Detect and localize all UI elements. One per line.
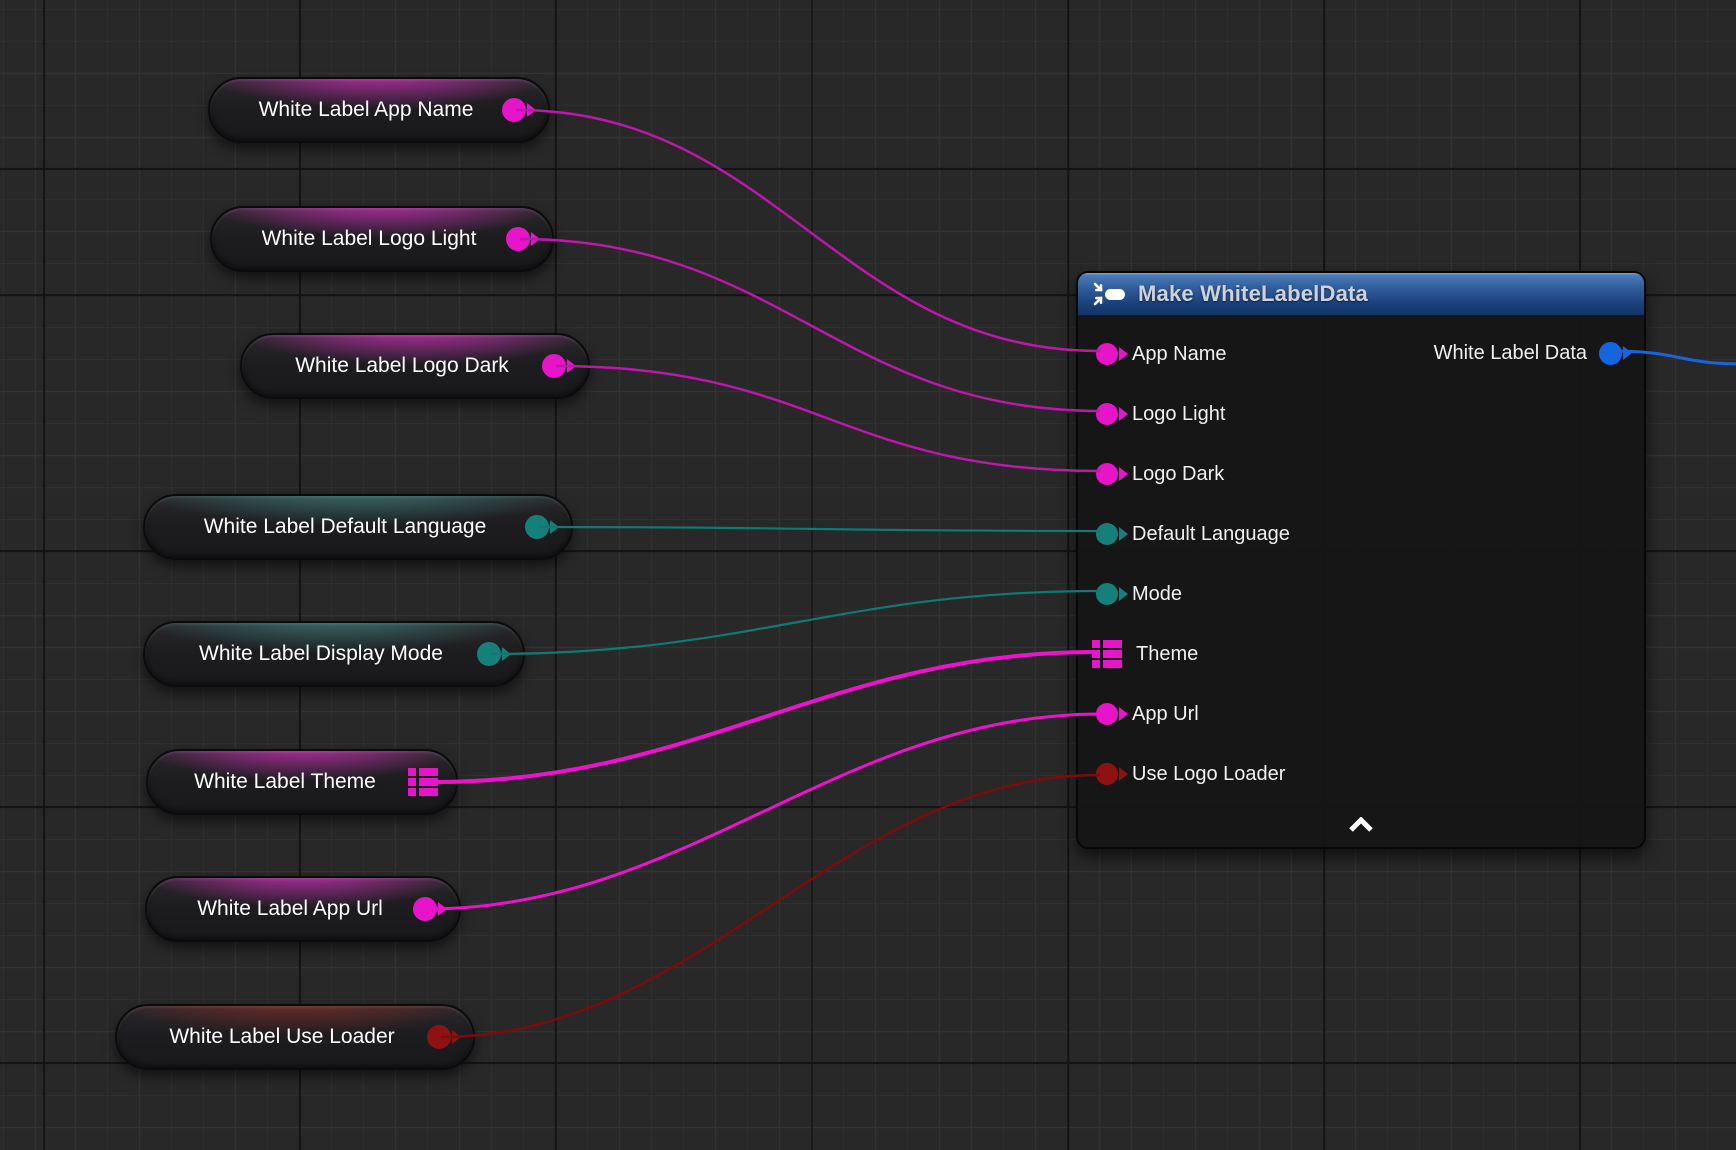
var-node-white-label-display-mode[interactable]: White Label Display Mode bbox=[143, 621, 525, 687]
make-struct-icon bbox=[1092, 281, 1126, 307]
var-node-white-label-app-url[interactable]: White Label App Url bbox=[145, 876, 461, 942]
pin-label: Default Language bbox=[1132, 523, 1290, 546]
var-node-label: White Label App Url bbox=[197, 897, 383, 921]
var-node-white-label-app-name[interactable]: White Label App Name bbox=[208, 77, 550, 143]
pin-label: Logo Dark bbox=[1132, 463, 1224, 486]
var-node-label: White Label Default Language bbox=[204, 515, 487, 539]
string-input-pin[interactable] bbox=[1096, 403, 1118, 425]
wire-logo-light[interactable] bbox=[520, 239, 1100, 411]
node-header[interactable]: Make WhiteLabelData bbox=[1078, 273, 1644, 316]
string-input-pin[interactable] bbox=[1096, 463, 1118, 485]
struct-pin-icon[interactable] bbox=[408, 767, 438, 797]
wire-theme[interactable] bbox=[436, 652, 1093, 782]
input-pin-row-logo-light: Logo Light bbox=[1078, 384, 1644, 444]
wire-logo-dark[interactable] bbox=[556, 366, 1100, 471]
make-whitelabeldata-node[interactable]: Make WhiteLabelData App Name Logo Light … bbox=[1076, 271, 1646, 849]
pin-label: Theme bbox=[1136, 643, 1198, 666]
struct-input-pin-icon[interactable] bbox=[1092, 639, 1122, 669]
wire-display-mode[interactable] bbox=[491, 591, 1100, 654]
struct-output-pin[interactable] bbox=[1599, 342, 1622, 365]
var-node-label: White Label Theme bbox=[194, 770, 376, 794]
output-pin-row-white-label-data: White Label Data bbox=[1434, 323, 1644, 383]
pin-label: App Name bbox=[1132, 343, 1227, 366]
var-node-label: White Label Use Loader bbox=[169, 1025, 394, 1049]
input-pin-row-use-logo-loader: Use Logo Loader bbox=[1078, 744, 1644, 804]
input-pin-row-app-url: App Url bbox=[1078, 684, 1644, 744]
var-node-white-label-logo-dark[interactable]: White Label Logo Dark bbox=[240, 333, 590, 399]
pin-label: Logo Light bbox=[1132, 403, 1225, 426]
var-node-label: White Label Display Mode bbox=[199, 642, 443, 666]
input-pin-row-logo-dark: Logo Dark bbox=[1078, 444, 1644, 504]
pin-label: Use Logo Loader bbox=[1132, 763, 1285, 786]
string-input-pin[interactable] bbox=[1096, 343, 1118, 365]
pin-label: White Label Data bbox=[1434, 342, 1587, 365]
var-node-label: White Label App Name bbox=[259, 98, 474, 122]
node-title: Make WhiteLabelData bbox=[1138, 281, 1368, 307]
pin-label: Mode bbox=[1132, 583, 1182, 606]
var-node-white-label-use-loader[interactable]: White Label Use Loader bbox=[115, 1004, 475, 1070]
blueprint-graph-canvas[interactable]: White Label App Name White Label Logo Li… bbox=[0, 0, 1736, 1150]
wire-default-language[interactable] bbox=[539, 527, 1100, 531]
input-pin-row-theme: Theme bbox=[1078, 624, 1644, 684]
var-node-white-label-default-language[interactable]: White Label Default Language bbox=[143, 494, 573, 560]
input-pin-row-default-language: Default Language bbox=[1078, 504, 1644, 564]
pin-label: App Url bbox=[1132, 703, 1199, 726]
var-node-white-label-theme[interactable]: White Label Theme bbox=[146, 749, 458, 815]
enum-input-pin[interactable] bbox=[1096, 583, 1118, 605]
collapse-chevron-icon[interactable] bbox=[1339, 811, 1383, 839]
enum-input-pin[interactable] bbox=[1096, 523, 1118, 545]
wire-app-url[interactable] bbox=[427, 714, 1100, 909]
wire-app-name[interactable] bbox=[516, 110, 1100, 351]
input-pin-row-mode: Mode bbox=[1078, 564, 1644, 624]
var-node-white-label-logo-light[interactable]: White Label Logo Light bbox=[210, 206, 554, 272]
var-node-label: White Label Logo Light bbox=[262, 227, 477, 251]
wire-use-loader[interactable] bbox=[441, 775, 1100, 1037]
var-node-label: White Label Logo Dark bbox=[295, 354, 509, 378]
